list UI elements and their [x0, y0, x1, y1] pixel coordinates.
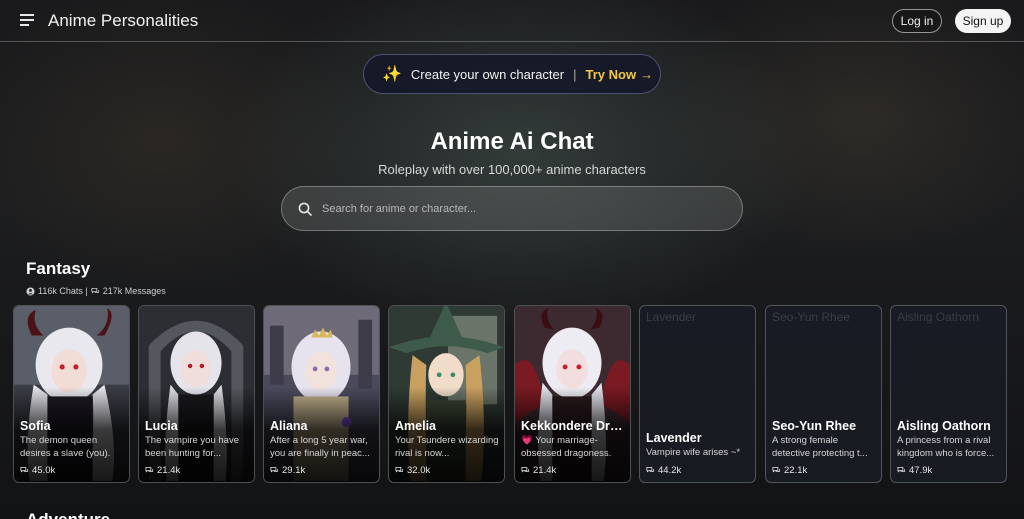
sparkle-icon: ✨ [382, 66, 402, 83]
character-name: Aliana [270, 419, 308, 433]
character-name: Aisling Oathorn [897, 419, 991, 433]
chat-count-value: 29.1k [282, 465, 306, 476]
arrow-right-icon: → [640, 66, 654, 82]
app-title[interactable]: Anime Personalities [48, 11, 198, 31]
hero-subtitle: Roleplay with over 100,000+ anime charac… [378, 162, 646, 177]
chat-count-value: 44.2k [658, 465, 682, 476]
character-card-aisling-oathorn[interactable]: Aisling Oathorn Aisling Oathorn A prince… [890, 305, 1007, 483]
character-card-amelia[interactable]: Amelia Your Tsundere wizarding rival is … [388, 305, 505, 483]
character-card-lavender[interactable]: Lavender Lavender Vampire wife arises ~*… [639, 305, 756, 483]
chat-count: 22.1k [772, 465, 807, 476]
character-description: The demon queen desires a slave (you). [20, 435, 111, 459]
user-icon [26, 286, 35, 296]
chat-bubbles-icon [897, 466, 906, 473]
chat-count: 44.2k [646, 465, 681, 476]
top-navbar: Anime Personalities Log in Sign up [0, 0, 1024, 42]
search-bar[interactable] [281, 186, 743, 231]
image-alt-text: Seo-Yun Rhee [772, 310, 851, 324]
chat-bubbles-icon [521, 466, 530, 473]
character-card-aliana[interactable]: Aliana After a long 5 year war, you are … [263, 305, 380, 483]
character-card-kekkondere[interactable]: Kekkondere Dra... 💗 Your marriage-obsess… [514, 305, 631, 483]
section-title-adventure: Adventure [26, 510, 110, 519]
chat-count-value: 21.4k [157, 465, 181, 476]
search-input[interactable] [322, 202, 722, 215]
character-name: Lavender [646, 431, 702, 445]
chat-count-value: 32.0k [407, 465, 431, 476]
separator: | [573, 66, 577, 82]
chat-count: 21.4k [521, 465, 556, 476]
chat-bubbles-icon [91, 287, 99, 294]
chat-bubbles-icon [20, 466, 29, 473]
chat-count: 32.0k [395, 465, 430, 476]
chat-bubbles-icon [270, 466, 279, 473]
character-card-lucia[interactable]: Lucia The vampire you have been hunting … [138, 305, 255, 483]
login-button[interactable]: Log in [892, 9, 942, 33]
character-description: A princess from a rival kingdom who is f… [897, 435, 995, 459]
search-icon [298, 202, 312, 216]
chat-count-value: 47.9k [909, 465, 933, 476]
character-name: Kekkondere Dra... [521, 419, 627, 433]
character-card-sofia[interactable]: Sofia The demon queen desires a slave (y… [13, 305, 130, 483]
chat-count: 45.0k [20, 465, 55, 476]
signup-button[interactable]: Sign up [955, 9, 1011, 33]
character-description: 💗 Your marriage-obsessed dragoness. [521, 435, 612, 459]
character-name: Amelia [395, 419, 436, 433]
chat-count-value: 45.0k [32, 465, 56, 476]
create-character-banner[interactable]: ✨ Create your own character | Try Now → [363, 54, 661, 94]
section-title-fantasy: Fantasy [26, 259, 91, 278]
character-card-seo-yun-rhee[interactable]: Seo-Yun Rhee Seo-Yun Rhee A strong femal… [765, 305, 882, 483]
character-description: A strong female detective protecting t..… [772, 435, 868, 459]
chat-count: 47.9k [897, 465, 932, 476]
chat-bubbles-icon [646, 466, 655, 473]
chat-count: 21.4k [145, 465, 180, 476]
character-name: Lucia [145, 419, 178, 433]
try-now-link[interactable]: Try Now [586, 67, 637, 82]
chat-count: 29.1k [270, 465, 305, 476]
image-alt-text: Aisling Oathorn [897, 310, 980, 324]
chat-bubbles-icon [772, 466, 781, 473]
character-description: The vampire you have been hunting for... [145, 435, 239, 459]
chat-bubbles-icon [395, 466, 404, 473]
image-alt-text: Lavender [646, 310, 697, 324]
messages-count: 217k Messages [102, 286, 166, 296]
hamburger-menu-icon[interactable] [20, 14, 34, 26]
character-description: Your Tsundere wizarding rival is now... [395, 435, 499, 459]
section-stats: 116k Chats | 217k Messages [26, 286, 166, 296]
chats-count: 116k Chats | [38, 286, 88, 296]
character-description: After a long 5 year war, you are finally… [270, 435, 370, 459]
character-name: Seo-Yun Rhee [772, 419, 857, 433]
chat-bubbles-icon [145, 466, 154, 473]
chat-count-value: 21.4k [533, 465, 557, 476]
chat-count-value: 22.1k [784, 465, 808, 476]
create-character-text: Create your own character [410, 66, 565, 82]
character-description: Vampire wife arises ~* [646, 447, 741, 458]
hero-title: Anime Ai Chat [430, 128, 594, 155]
character-name: Sofia [20, 419, 51, 433]
